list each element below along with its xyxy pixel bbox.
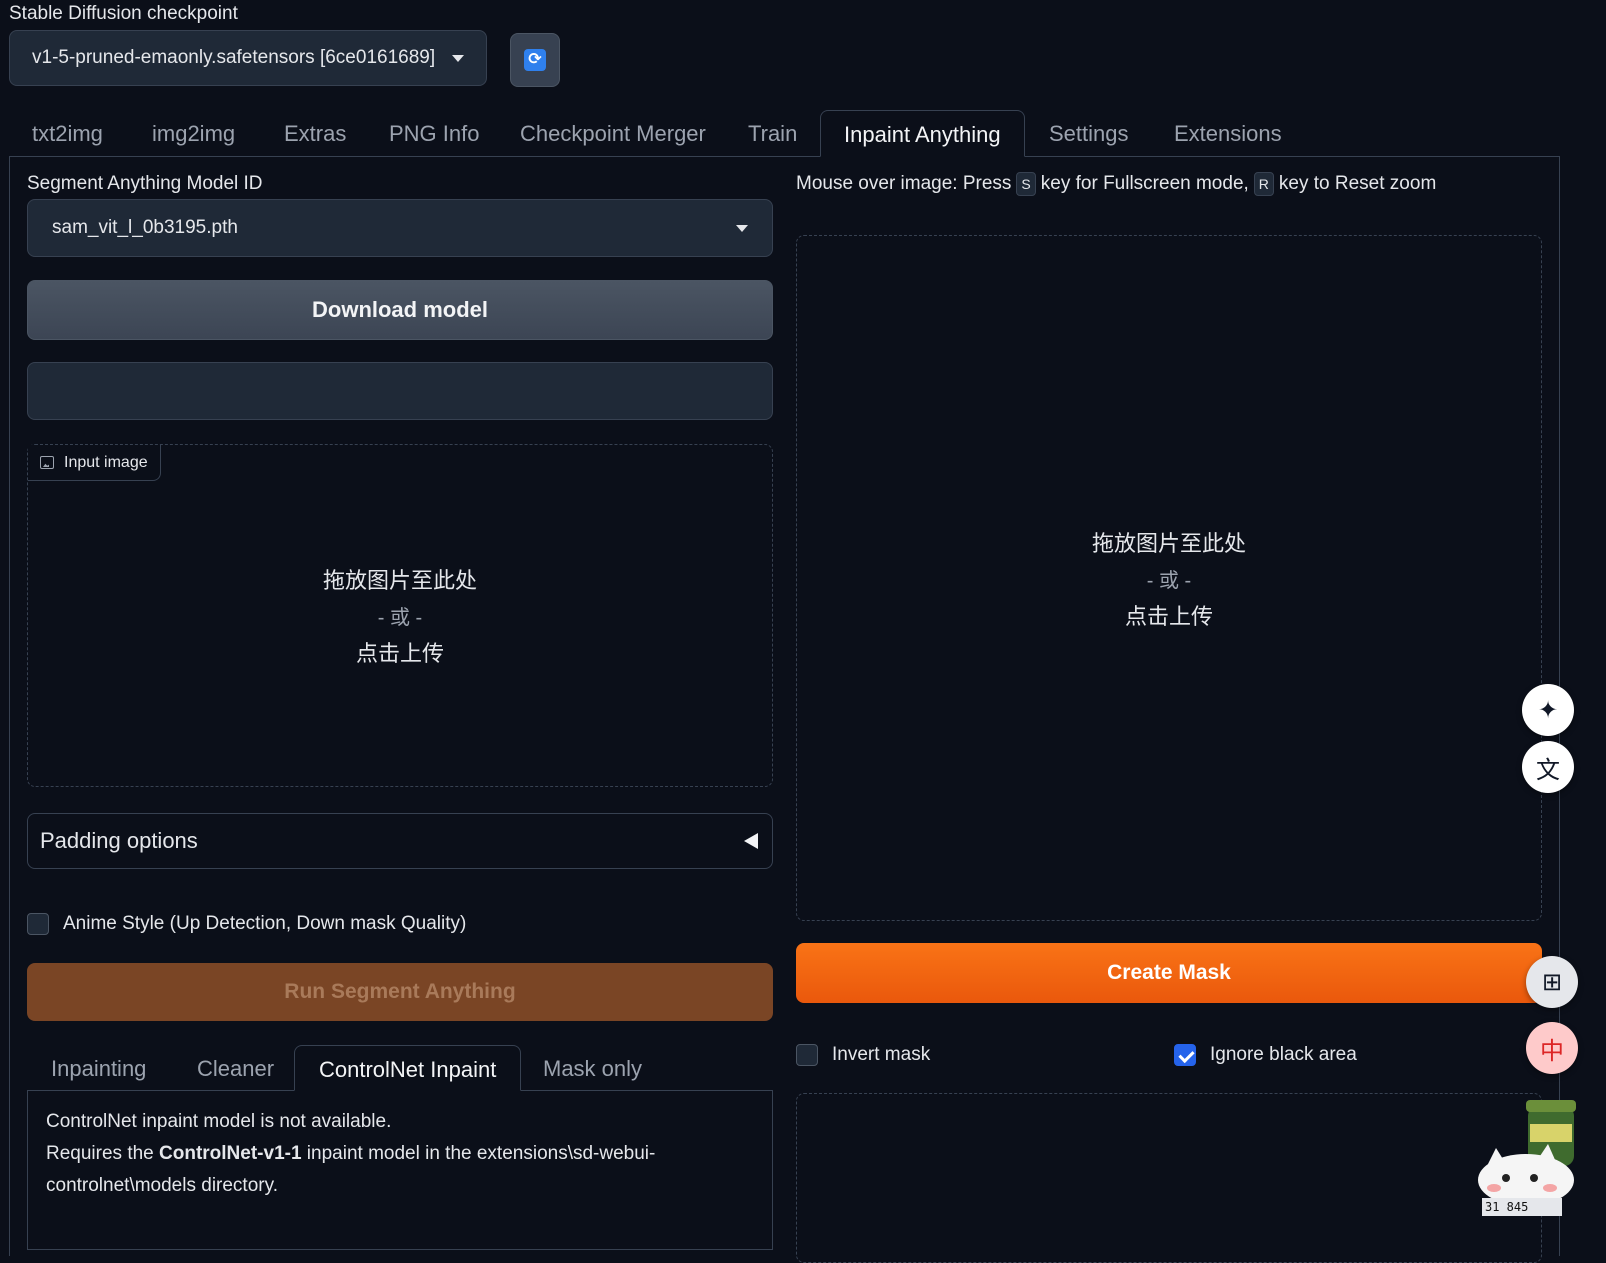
tab-extras[interactable]: Extras bbox=[261, 110, 369, 156]
subtab-cleaner[interactable]: Cleaner bbox=[173, 1045, 298, 1090]
inpaint-sub-tab-bar: Inpainting Cleaner ControlNet Inpaint Ma… bbox=[27, 1045, 773, 1091]
status-output bbox=[27, 362, 773, 420]
dropzone-text: 拖放图片至此处 bbox=[322, 568, 477, 593]
dropzone-click-upload: 点击上传 bbox=[355, 641, 444, 666]
controlnet-msg-line1: ControlNet inpaint model is not availabl… bbox=[46, 1111, 392, 1132]
tab-extensions[interactable]: Extensions bbox=[1151, 110, 1305, 156]
mask-image-area[interactable] bbox=[796, 1093, 1542, 1263]
key-r: R bbox=[1253, 172, 1274, 196]
controlnet-message: ControlNet inpaint model is not availabl… bbox=[27, 1090, 773, 1250]
input-image-label: Input image bbox=[64, 453, 148, 471]
checkpoint-dropdown[interactable]: v1-5-pruned-emaonly.safetensors [6ce0161… bbox=[9, 30, 487, 86]
ignore-black-area-checkbox[interactable] bbox=[1174, 1044, 1196, 1066]
input-image-tag: Input image bbox=[28, 445, 161, 481]
subtab-controlnet-inpaint[interactable]: ControlNet Inpaint bbox=[294, 1045, 522, 1091]
dropzone-text: 拖放图片至此处 bbox=[1091, 530, 1246, 556]
translate-red-icon[interactable]: 中 bbox=[1526, 1022, 1578, 1074]
grid-apps-icon[interactable]: ⊞ bbox=[1526, 956, 1578, 1008]
anime-style-checkbox[interactable] bbox=[27, 913, 49, 935]
tab-settings[interactable]: Settings bbox=[1026, 110, 1152, 156]
checkpoint-value: v1-5-pruned-emaonly.safetensors [6ce0161… bbox=[32, 47, 436, 68]
invert-mask-checkbox[interactable] bbox=[796, 1044, 818, 1066]
sam-model-label: Segment Anything Model ID bbox=[27, 173, 263, 194]
ignore-black-area-option[interactable]: Ignore black area bbox=[1174, 1044, 1357, 1066]
anime-style-label: Anime Style (Up Detection, Down mask Qua… bbox=[63, 913, 467, 934]
counter-badge: 31 845 bbox=[1482, 1198, 1562, 1216]
checkpoint-label: Stable Diffusion checkpoint bbox=[9, 3, 238, 24]
chevron-down-icon bbox=[452, 54, 464, 62]
pet-mascot[interactable] bbox=[1476, 1098, 1606, 1245]
tab-img2img[interactable]: img2img bbox=[129, 110, 258, 156]
tab-txt2img[interactable]: txt2img bbox=[9, 110, 126, 156]
dropzone-or: - 或 - bbox=[377, 607, 423, 629]
input-image-dropzone[interactable]: 拖放图片至此处 - 或 - 点击上传 bbox=[27, 444, 773, 787]
tab-train[interactable]: Train bbox=[725, 110, 820, 156]
invert-mask-label: Invert mask bbox=[832, 1044, 931, 1065]
ai-sparkle-icon[interactable]: ✦ bbox=[1522, 684, 1574, 736]
create-mask-button[interactable]: Create Mask bbox=[796, 943, 1542, 1003]
sam-model-value: sam_vit_l_0b3195.pth bbox=[52, 217, 238, 238]
image-icon bbox=[40, 456, 54, 469]
controlnet-msg-line2: Requires the ControlNet-v1-1 inpaint mod… bbox=[46, 1143, 656, 1164]
controlnet-msg-line3: controlnet\models directory. bbox=[46, 1175, 278, 1196]
anime-style-option[interactable]: Anime Style (Up Detection, Down mask Qua… bbox=[27, 913, 466, 935]
download-model-button[interactable]: Download model bbox=[27, 280, 773, 340]
tab-png-info[interactable]: PNG Info bbox=[366, 110, 502, 156]
ignore-black-area-label: Ignore black area bbox=[1210, 1044, 1357, 1065]
refresh-icon: ⟳ bbox=[524, 49, 546, 71]
main-tab-bar: txt2img img2img Extras PNG Info Checkpoi… bbox=[9, 110, 1560, 157]
sam-image-dropzone[interactable]: 拖放图片至此处 - 或 - 点击上传 bbox=[796, 235, 1542, 921]
sam-model-dropdown[interactable]: sam_vit_l_0b3195.pth bbox=[27, 199, 773, 257]
run-segment-anything-button[interactable]: Run Segment Anything bbox=[27, 963, 773, 1021]
invert-mask-option[interactable]: Invert mask bbox=[796, 1044, 930, 1066]
translate-icon[interactable]: 文 bbox=[1522, 741, 1574, 793]
refresh-checkpoint-button[interactable]: ⟳ bbox=[510, 33, 560, 87]
dropzone-click-upload: 点击上传 bbox=[1124, 603, 1213, 629]
padding-options-accordion[interactable]: Padding options bbox=[27, 813, 773, 869]
dropzone-or: - 或 - bbox=[1146, 569, 1192, 592]
key-s: S bbox=[1016, 172, 1036, 196]
padding-options-label: Padding options bbox=[40, 828, 198, 853]
collapse-arrow-icon bbox=[744, 833, 758, 849]
chevron-down-icon bbox=[736, 224, 748, 232]
tab-checkpoint-merger[interactable]: Checkpoint Merger bbox=[497, 110, 729, 156]
subtab-mask-only[interactable]: Mask only bbox=[519, 1045, 666, 1090]
zoom-hint: Mouse over image: Press S key for Fullsc… bbox=[796, 172, 1437, 196]
subtab-inpainting[interactable]: Inpainting bbox=[27, 1045, 170, 1090]
tab-inpaint-anything[interactable]: Inpaint Anything bbox=[820, 110, 1025, 157]
